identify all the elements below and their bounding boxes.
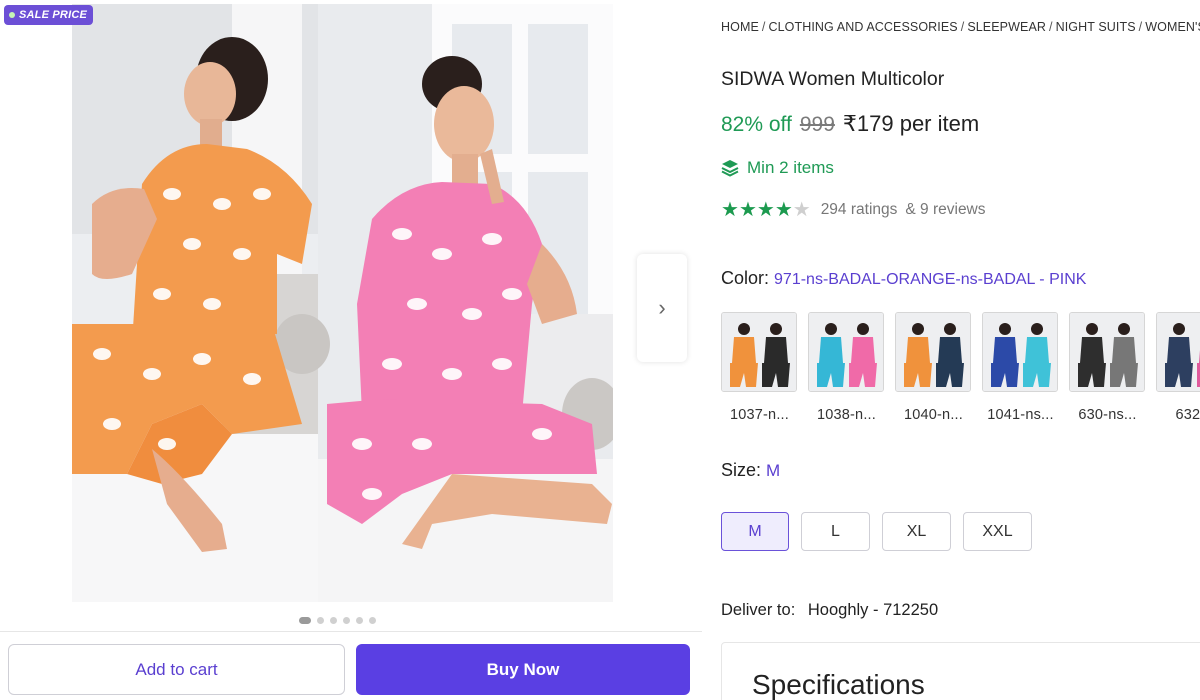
breadcrumb-link[interactable]: HOME — [721, 20, 759, 34]
specifications-card: Specifications — [721, 642, 1200, 700]
min-items-label: Min 2 items — [747, 158, 834, 177]
pagination-dot[interactable] — [369, 617, 376, 624]
breadcrumb-link[interactable]: CLOTHING AND ACCESSORIES — [768, 20, 957, 34]
chevron-right-icon: › — [658, 295, 666, 320]
color-swatch[interactable]: 632-n — [1156, 312, 1200, 423]
color-swatch-caption: 630-ns... — [1078, 407, 1137, 423]
product-details: HOME / CLOTHING AND ACCESSORIES / SLEEPWEAR /… — [721, 0, 1200, 700]
star-icon: ★ — [756, 199, 775, 221]
size-option-m[interactable]: M — [721, 512, 789, 551]
breadcrumb-separator: / — [1138, 20, 1143, 34]
add-to-cart-button[interactable]: Add to cart — [8, 644, 345, 695]
breadcrumb-separator: / — [761, 20, 766, 34]
ratings-count: 294 ratings — [820, 201, 898, 218]
star-icon: ★ — [738, 199, 757, 221]
color-swatch-thumbnail — [1156, 312, 1200, 392]
selected-size-value: M — [766, 461, 781, 480]
star-icon: ★ — [721, 199, 739, 221]
rating-row[interactable]: ★★★★★ 294 ratings & 9 reviews — [721, 200, 986, 220]
color-swatch[interactable]: 630-ns... — [1069, 312, 1146, 423]
color-swatch-caption: 1038-n... — [816, 407, 877, 423]
color-label: Color: — [721, 268, 770, 288]
next-image-button[interactable]: › — [637, 254, 687, 362]
product-title: SIDWA Women Multicolor — [721, 68, 945, 90]
purchase-action-bar: Add to cart Buy Now — [0, 631, 702, 700]
size-selector-label: Size: M — [721, 460, 780, 481]
color-selector-label: Color: 971-ns-BADAL-ORANGE-ns-BADAL - PI… — [721, 268, 1086, 289]
color-swatch-thumbnail — [895, 312, 971, 392]
price-row: 82% off 999 ₹179 per item — [721, 111, 979, 137]
delivery-location: Hooghly - 712250 — [807, 601, 939, 619]
pagination-dot[interactable] — [299, 617, 311, 624]
layers-icon — [721, 160, 739, 177]
color-swatch-caption: 1040-n... — [903, 407, 964, 423]
size-option-xxl[interactable]: XXL — [963, 512, 1032, 551]
star-icon: ★ — [774, 199, 793, 221]
breadcrumb-separator: / — [1049, 20, 1053, 34]
product-gallery: SALE PRICE › Add to cart Buy Now — [0, 0, 702, 700]
sale-price-badge: SALE PRICE — [4, 5, 94, 25]
breadcrumb-link[interactable]: WOMEN'S — [1145, 20, 1200, 34]
selling-price: ₹179 per item — [842, 111, 980, 136]
color-swatch-thumbnail — [1069, 312, 1145, 392]
selected-color-value: 971-ns-BADAL-ORANGE-ns-BADAL - PINK — [774, 271, 1087, 288]
color-swatch-thumbnail — [982, 312, 1058, 392]
specifications-title: Specifications — [752, 669, 925, 700]
size-label: Size: — [721, 460, 762, 480]
size-option-xl[interactable]: XL — [882, 512, 951, 551]
color-swatch[interactable]: 1040-n... — [895, 312, 972, 423]
color-swatch-thumbnail — [808, 312, 884, 392]
breadcrumb: HOME / CLOTHING AND ACCESSORIES / SLEEPWEAR /… — [721, 20, 1200, 34]
color-swatch-caption: 1037-n... — [729, 407, 790, 423]
color-swatches: 1037-n... 1038-n... 1040-n... 1041-ns... 630… — [721, 312, 1200, 423]
discount-percent: 82% off — [721, 113, 792, 136]
pagination-dot[interactable] — [330, 617, 337, 624]
size-options: M L XL XXL — [721, 512, 1032, 551]
size-option-l[interactable]: L — [801, 512, 870, 551]
image-pagination-dots — [299, 617, 376, 624]
color-swatch-caption: 1041-ns... — [987, 407, 1054, 423]
pagination-dot[interactable] — [356, 617, 363, 624]
deliver-to-label: Deliver to: — [721, 601, 796, 619]
breadcrumb-separator: / — [960, 20, 965, 34]
color-swatch-thumbnail — [721, 312, 797, 392]
min-items-info: Min 2 items — [721, 158, 834, 178]
star-rating: ★★★★★ — [721, 200, 811, 220]
breadcrumb-link[interactable]: NIGHT SUITS — [1056, 20, 1136, 34]
star-icon: ★ — [792, 199, 811, 221]
product-photo-illustration — [72, 4, 613, 602]
color-swatch-caption: 632-n — [1175, 407, 1200, 423]
pagination-dot[interactable] — [343, 617, 350, 624]
pagination-dot[interactable] — [317, 617, 324, 624]
sale-price-label: SALE PRICE — [19, 9, 88, 21]
color-swatch[interactable]: 1041-ns... — [982, 312, 1059, 423]
buy-now-button[interactable]: Buy Now — [356, 644, 690, 695]
product-image[interactable] — [72, 4, 613, 602]
breadcrumb-link[interactable]: SLEEPWEAR — [967, 20, 1046, 34]
color-swatch[interactable]: 1038-n... — [808, 312, 885, 423]
color-swatch[interactable]: 1037-n... — [721, 312, 798, 423]
delivery-info[interactable]: Deliver to: Hooghly - 712250 — [721, 601, 938, 620]
reviews-count: & 9 reviews — [905, 201, 986, 218]
original-price: 999 — [799, 113, 835, 136]
badge-dot-icon — [9, 12, 15, 18]
